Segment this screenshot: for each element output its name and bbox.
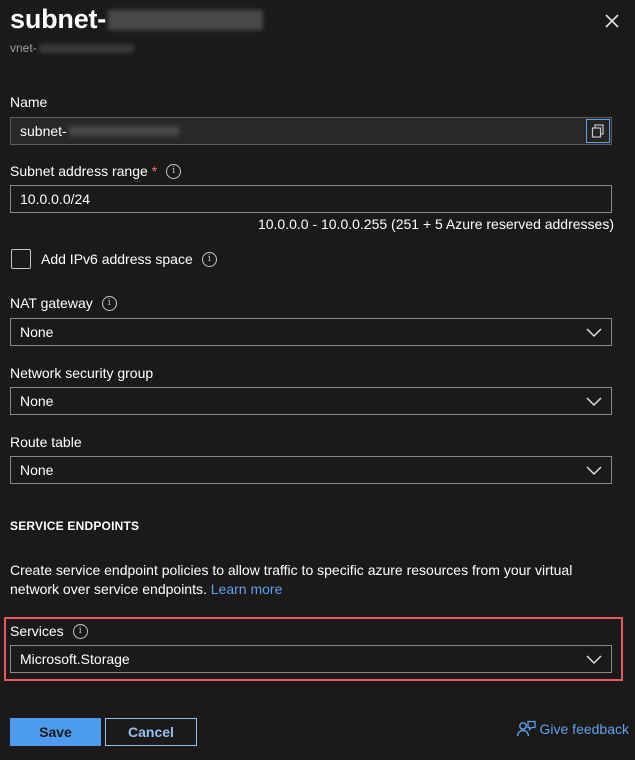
copy-icon[interactable]: [586, 119, 610, 143]
redacted-subtitle-suffix: [38, 43, 134, 53]
subnet-range-label: Subnet address range * i: [10, 163, 182, 179]
panel-subtitle: vnet-: [10, 41, 134, 55]
info-icon[interactable]: i: [72, 623, 88, 639]
services-dropdown[interactable]: Microsoft.Storage: [10, 645, 612, 673]
ipv6-label: Add IPv6 address space i: [41, 251, 217, 267]
panel-title: subnet-: [10, 4, 264, 35]
chevron-down-icon: [586, 397, 602, 407]
required-mark: *: [151, 163, 158, 179]
chevron-down-icon: [586, 466, 602, 476]
route-table-dropdown[interactable]: None: [10, 456, 612, 484]
ipv6-checkbox[interactable]: [11, 249, 31, 269]
subnet-range-label-text: Subnet address range: [10, 163, 148, 179]
cancel-button[interactable]: Cancel: [105, 718, 197, 746]
service-endpoints-description: Create service endpoint policies to allo…: [10, 561, 622, 599]
give-feedback-label: Give feedback: [539, 721, 630, 737]
nat-gateway-dropdown[interactable]: None: [10, 318, 612, 346]
panel-subtitle-text: vnet-: [10, 41, 37, 55]
nat-gateway-label-text: NAT gateway: [10, 295, 93, 311]
chevron-down-icon: [586, 655, 602, 665]
nsg-label: Network security group: [10, 365, 153, 381]
give-feedback-link[interactable]: Give feedback: [516, 720, 630, 738]
close-icon[interactable]: [603, 12, 621, 30]
services-selected: Microsoft.Storage: [20, 651, 130, 667]
subnet-range-value: 10.0.0.0/24: [20, 191, 91, 207]
learn-more-link[interactable]: Learn more: [211, 581, 283, 597]
chevron-down-icon: [586, 328, 602, 338]
info-icon[interactable]: i: [201, 251, 217, 267]
route-table-label: Route table: [10, 434, 82, 450]
name-label-text: Name: [10, 94, 48, 110]
save-button[interactable]: Save: [10, 718, 101, 746]
service-endpoints-description-text: Create service endpoint policies to allo…: [10, 562, 573, 597]
feedback-icon: [516, 720, 536, 737]
name-field-value: subnet-: [20, 123, 67, 139]
ipv6-label-text: Add IPv6 address space: [41, 251, 193, 267]
subnet-range-input[interactable]: 10.0.0.0/24: [10, 185, 612, 213]
nsg-selected: None: [20, 393, 54, 409]
name-label: Name: [10, 94, 47, 110]
redacted-name-suffix: [68, 126, 179, 136]
service-endpoints-heading: SERVICE ENDPOINTS: [10, 519, 140, 533]
info-icon[interactable]: i: [101, 295, 117, 311]
nat-gateway-selected: None: [20, 324, 54, 340]
redacted-title-suffix: [108, 9, 264, 30]
route-table-selected: None: [20, 462, 54, 478]
info-icon[interactable]: i: [166, 163, 182, 179]
subnet-range-note: 10.0.0.0 - 10.0.0.255 (251 + 5 Azure res…: [257, 216, 614, 232]
services-label-text: Services: [10, 623, 64, 639]
nsg-dropdown[interactable]: None: [10, 387, 612, 415]
name-field[interactable]: subnet-: [10, 117, 612, 145]
panel-title-text: subnet-: [10, 4, 107, 34]
nat-gateway-label: NAT gateway i: [10, 295, 117, 311]
nsg-label-text: Network security group: [10, 365, 154, 381]
route-table-label-text: Route table: [10, 434, 82, 450]
services-label: Services i: [10, 623, 88, 639]
